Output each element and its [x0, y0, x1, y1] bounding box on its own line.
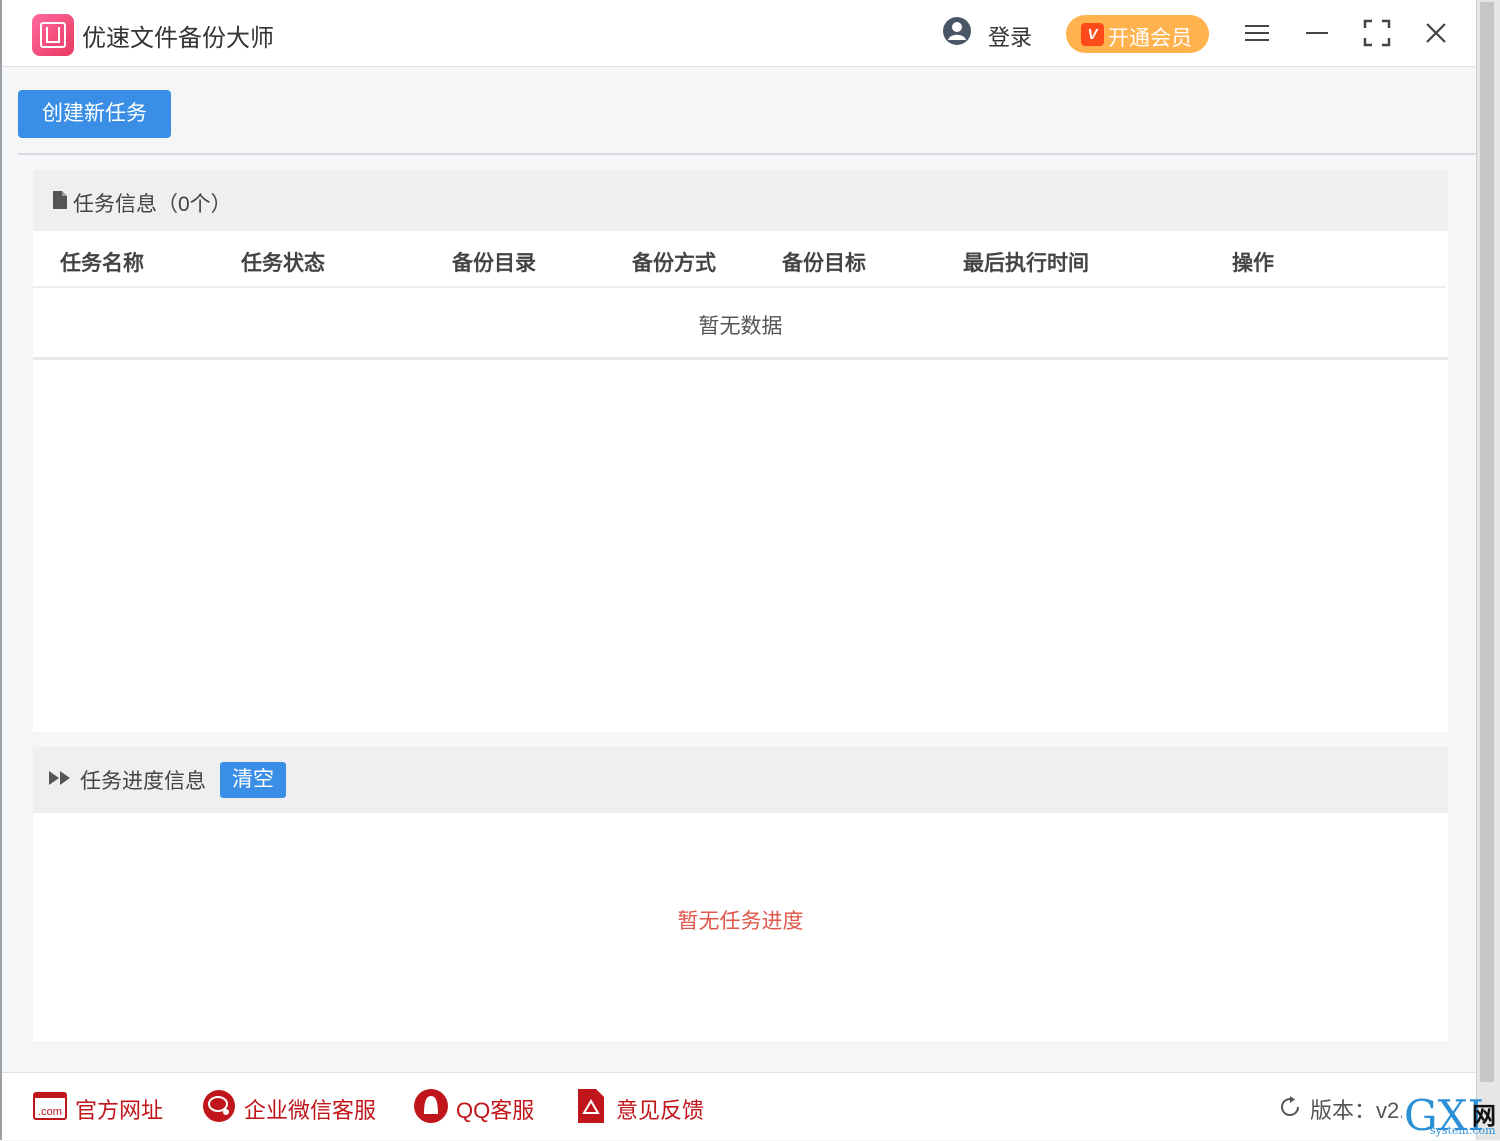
column-header-backup-target: 备份目标	[782, 252, 866, 275]
empty-data-text: 暂无数据	[698, 315, 783, 338]
vip-badge-icon: V	[1081, 23, 1104, 46]
task-progress-header: 任务进度信息 清空	[33, 747, 1448, 813]
file-icon	[53, 191, 67, 209]
task-progress-title: 任务进度信息	[80, 770, 206, 793]
task-table-header: 任务名称 任务状态 备份目录 备份方式 备份目标 最后执行时间 操作	[33, 231, 1446, 288]
qq-icon	[414, 1089, 448, 1123]
column-header-last-run: 最后执行时间	[963, 252, 1089, 275]
svg-text:.com: .com	[38, 1106, 62, 1118]
scrollbar-thumb[interactable]	[1480, 2, 1494, 1082]
column-header-backup-mode: 备份方式	[632, 252, 716, 275]
app-title: 优速文件备份大师	[82, 25, 274, 52]
task-info-header: 任务信息（0个）	[33, 170, 1448, 231]
feedback-link[interactable]: 意见反馈	[578, 1073, 708, 1141]
vip-button[interactable]: V 开通会员	[1066, 15, 1209, 53]
login-link[interactable]: 登录	[988, 20, 1032, 52]
official-site-label: 官方网址	[75, 1098, 164, 1123]
refresh-icon[interactable]	[1278, 1095, 1302, 1119]
column-header-backup-dir: 备份目录	[452, 252, 536, 275]
table-empty-row: 暂无数据	[33, 288, 1448, 360]
fast-forward-icon	[49, 771, 70, 785]
title-bar: 优速文件备份大师 登录 V 开通会员	[2, 0, 1478, 67]
task-progress-panel: 任务进度信息 清空 暂无任务进度	[33, 747, 1448, 1041]
version-text: 版本：v2.0	[1310, 1098, 1402, 1123]
version-info: 版本：v2.0	[1278, 1093, 1402, 1123]
qq-service-link[interactable]: QQ客服	[413, 1073, 538, 1141]
feedback-label: 意见反馈	[616, 1098, 705, 1123]
toolbar-divider	[18, 153, 1478, 155]
column-header-task-status: 任务状态	[241, 252, 325, 275]
official-site-link[interactable]: .com 官方网址	[33, 1073, 163, 1141]
maximize-icon[interactable]	[1362, 18, 1392, 48]
no-progress-text: 暂无任务进度	[677, 910, 804, 933]
create-task-button[interactable]: 创建新任务	[18, 90, 171, 138]
app-logo-icon	[32, 14, 74, 56]
vertical-scrollbar[interactable]	[1476, 0, 1500, 1140]
task-info-title: 任务信息（0个）	[73, 193, 232, 216]
footer-bar: .com 官方网址 企业微信客服 QQ客服 意见反馈 版本：v2	[2, 1072, 1478, 1140]
column-header-actions: 操作	[1232, 252, 1274, 275]
wecom-service-label: 企业微信客服	[244, 1098, 377, 1123]
clear-button[interactable]: 清空	[220, 762, 286, 798]
task-info-panel: 任务信息（0个） 任务名称 任务状态 备份目录 备份方式 备份目标 最后执行时间…	[33, 170, 1448, 732]
feedback-icon	[578, 1089, 604, 1123]
app-window: 优速文件备份大师 登录 V 开通会员 创建新任务 任务信息（0个） 任务名称 任…	[0, 0, 1478, 1140]
column-header-task-name: 任务名称	[60, 252, 144, 275]
wecom-service-link[interactable]: 企业微信客服	[202, 1073, 377, 1141]
vip-label: 开通会员	[1108, 27, 1192, 50]
watermark-logo: GXI 网 system.com	[1402, 1092, 1500, 1140]
user-avatar-icon[interactable]	[942, 16, 972, 46]
qq-service-label: QQ客服	[456, 1098, 535, 1123]
minimize-icon[interactable]	[1302, 18, 1332, 48]
close-icon[interactable]	[1421, 18, 1451, 48]
menu-icon[interactable]	[1242, 18, 1272, 48]
com-icon: .com	[33, 1092, 67, 1120]
watermark-domain: system.com	[1430, 1124, 1496, 1137]
wecom-icon	[203, 1090, 235, 1122]
